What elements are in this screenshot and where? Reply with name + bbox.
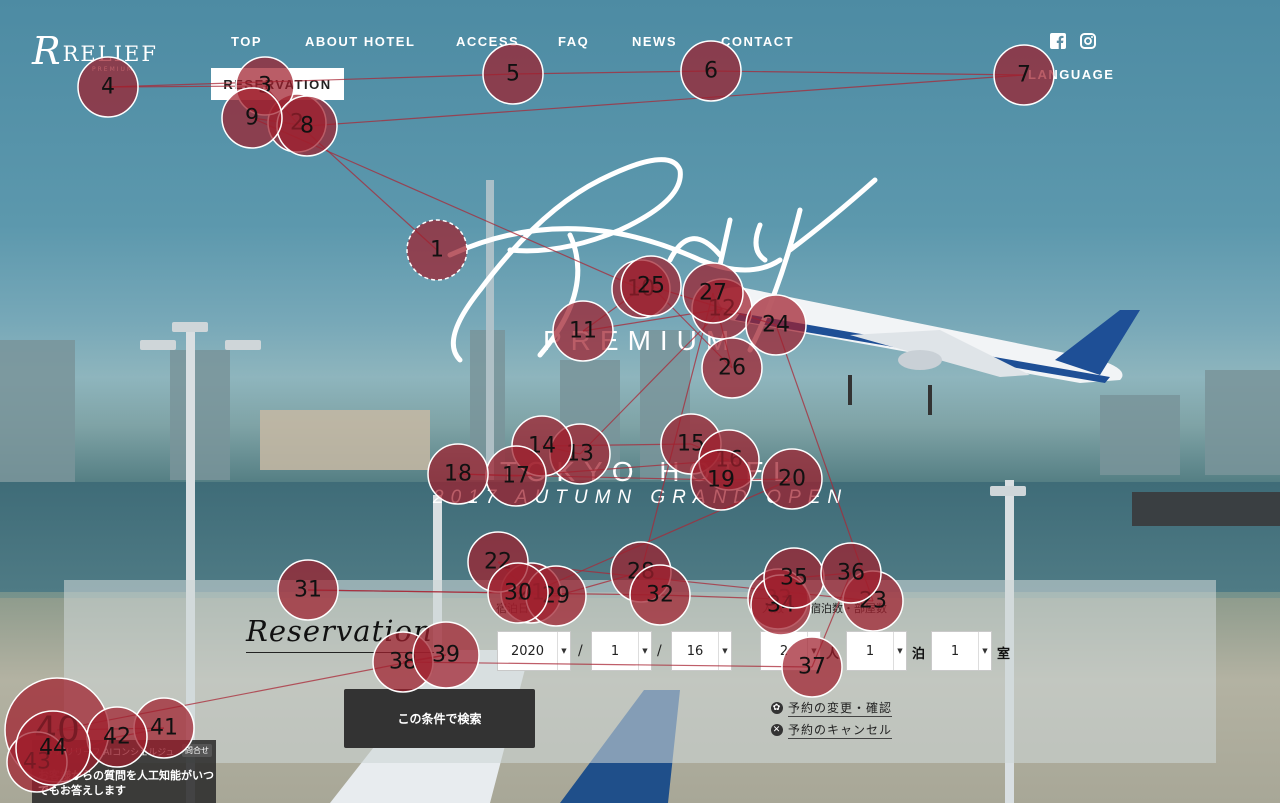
ai-concierge-widget[interactable]: ホテルリリーフ AIコンシェルジュ 問合せ お客様からの質問を人工知能がいつでも… <box>32 740 216 803</box>
cancel-reservation-text: 予約のキャンセル <box>788 723 893 739</box>
instagram-icon[interactable] <box>1080 33 1096 49</box>
lamp <box>990 486 1026 496</box>
checkin-label: 宿泊日 <box>496 602 529 615</box>
ship <box>1132 492 1280 526</box>
change-reservation-link[interactable]: ✿ 予約の変更・確認 <box>771 699 893 717</box>
close-circle-icon: ✕ <box>771 724 783 736</box>
site-logo[interactable]: R RELIEF PREMIUM <box>32 29 158 73</box>
reservation-panel <box>64 580 1216 763</box>
lamp <box>172 322 208 332</box>
logo-subtitle: PREMIUM <box>92 66 135 73</box>
hero-grand-open: 2017 AUTUMN GRAND OPEN <box>433 487 849 508</box>
chat-message: お客様からの質問を人工知能がいつでもお答えします <box>38 769 214 797</box>
rooms-select[interactable]: 1 ▼ <box>931 631 992 671</box>
nav-faq[interactable]: FAQ <box>558 34 589 49</box>
guests-label: 人数 <box>762 602 784 615</box>
rooms-unit: 室 <box>997 647 1011 662</box>
language-selector[interactable]: LANGUAGE <box>1028 67 1114 82</box>
reservation-title: Reservation <box>246 614 433 648</box>
guests-unit: 人 <box>826 647 840 662</box>
guests-select[interactable]: 2 ▼ <box>760 631 821 671</box>
year-select[interactable]: 2020 ▼ <box>497 631 571 671</box>
social-links <box>1050 33 1096 49</box>
gear-icon: ✿ <box>771 702 783 714</box>
nav-news[interactable]: NEWS <box>632 34 677 49</box>
city-building <box>170 350 230 480</box>
nav-contact[interactable]: CONTACT <box>721 34 794 49</box>
nav-access[interactable]: ACCESS <box>456 34 519 49</box>
search-button[interactable]: この条件で検索 <box>344 689 535 748</box>
reservation-button[interactable]: RESERVATION <box>211 68 344 100</box>
nights-rooms-label: 宿泊数・部屋数 <box>810 602 887 615</box>
chat-inquiry-badge[interactable]: 問合せ <box>182 744 212 757</box>
chevron-down-icon: ▼ <box>718 632 731 670</box>
nights-value: 1 <box>865 643 875 659</box>
cancel-reservation-link[interactable]: ✕ 予約のキャンセル <box>771 721 893 739</box>
hero-tokyo-hotel: TOKYO HOTEL <box>500 456 798 487</box>
lamp <box>225 340 261 350</box>
city-building <box>260 410 430 470</box>
chevron-down-icon: ▼ <box>807 632 820 670</box>
month-value: 1 <box>610 643 620 659</box>
rooms-value: 1 <box>950 643 960 659</box>
date-separator: / <box>657 643 662 659</box>
nights-unit: 泊 <box>912 647 926 662</box>
month-select[interactable]: 1 ▼ <box>591 631 652 671</box>
facebook-icon[interactable] <box>1050 33 1066 49</box>
logo-mark: R <box>32 29 61 73</box>
day-select[interactable]: 16 ▼ <box>671 631 732 671</box>
lamp <box>140 340 176 350</box>
reservation-title-underline <box>246 652 434 653</box>
year-value: 2020 <box>510 643 545 659</box>
chevron-down-icon: ▼ <box>893 632 906 670</box>
guests-value: 2 <box>779 643 789 659</box>
change-reservation-text: 予約の変更・確認 <box>788 701 893 717</box>
hero-premium: PREMIUM <box>543 325 739 356</box>
nav-about-hotel[interactable]: ABOUT HOTEL <box>305 34 415 49</box>
day-value: 16 <box>686 643 704 659</box>
chevron-down-icon: ▼ <box>638 632 651 670</box>
logo-text: RELIEF <box>62 42 158 66</box>
city-building <box>0 340 75 485</box>
nav-top[interactable]: TOP <box>231 34 262 49</box>
nights-select[interactable]: 1 ▼ <box>846 631 907 671</box>
chat-header: ホテルリリーフ AIコンシェルジュ <box>38 748 175 758</box>
chevron-down-icon: ▼ <box>557 632 570 670</box>
chevron-down-icon: ▼ <box>978 632 991 670</box>
date-separator: / <box>578 643 583 659</box>
